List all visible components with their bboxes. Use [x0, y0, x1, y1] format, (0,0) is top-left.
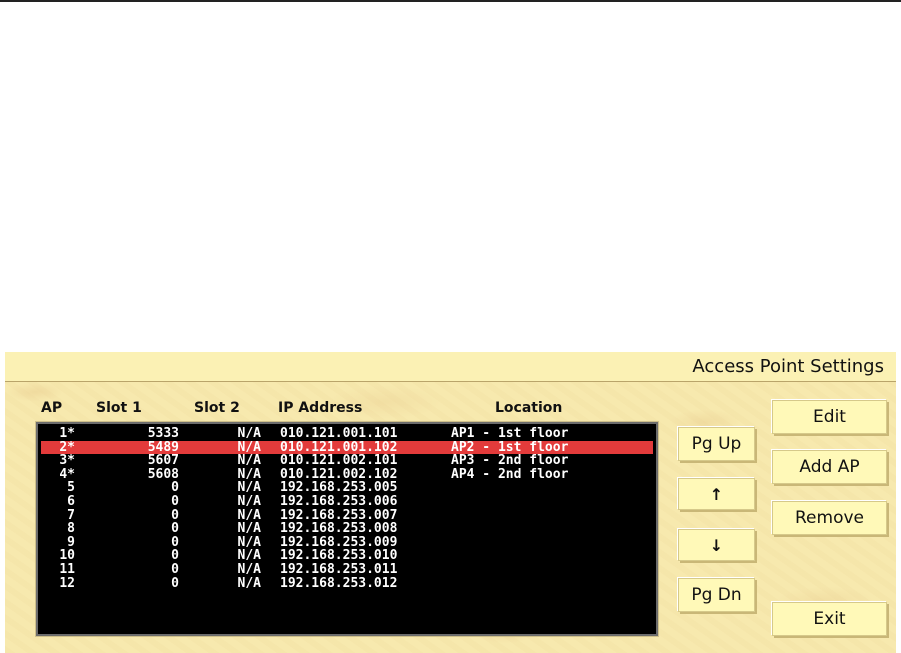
column-header-ip-address: IP Address: [278, 400, 363, 416]
ip-address-cell: 192.168.253.012: [280, 575, 398, 591]
slot2-cell: N/A: [237, 453, 261, 469]
ip-address-cell: 010.121.002.102: [280, 466, 398, 482]
location-cell: AP3 - 2nd floor: [451, 453, 569, 469]
slot2-cell: N/A: [237, 562, 261, 577]
location-cell: AP4 - 2nd floor: [451, 466, 569, 482]
slot1-cell: 0: [171, 494, 179, 509]
slot1-cell: 0: [171, 507, 179, 523]
ap-cell: 6: [67, 494, 75, 509]
ip-address-cell: 192.168.253.009: [280, 534, 398, 550]
list-row-selected[interactable]: 2* 5489 N/A 010.121.001.102 AP2 - 1st floor: [41, 439, 653, 455]
ap-cell: 12: [59, 575, 75, 591]
ip-address-cell: 192.168.253.005: [280, 480, 398, 496]
ap-cell: 1*: [59, 426, 75, 441]
ip-address-cell: 010.121.001.101: [280, 426, 398, 441]
ap-cell: 3*: [59, 453, 75, 469]
ip-address-cell: 192.168.253.011: [280, 562, 398, 577]
access-point-list[interactable]: 1* 5333 N/A 010.121.001.101 AP1 - 1st floor 2…: [35, 421, 659, 637]
exit-button[interactable]: Exit: [772, 602, 887, 636]
add-ap-button[interactable]: Add AP: [772, 450, 887, 484]
column-header-slot1: Slot 1: [96, 400, 142, 416]
slot2-cell: N/A: [237, 439, 261, 455]
slot2-cell: N/A: [237, 466, 261, 482]
ap-cell: 2*: [59, 439, 75, 455]
ip-address-cell: 010.121.002.101: [280, 453, 398, 469]
up-arrow-button[interactable]: ↑: [678, 478, 755, 510]
slot2-cell: N/A: [237, 480, 261, 496]
location-cell: AP2 - 1st floor: [451, 439, 569, 455]
window-title: Access Point Settings: [692, 356, 884, 377]
slot1-cell: 5333: [147, 426, 179, 441]
ap-cell: 10: [59, 548, 75, 564]
list-row[interactable]: 10 0 N/A 192.168.253.010: [41, 549, 653, 563]
slot2-cell: N/A: [237, 548, 261, 564]
ip-address-cell: 010.121.001.102: [280, 439, 398, 455]
slot1-cell: 0: [171, 480, 179, 496]
list-row[interactable]: 4* 5608 N/A 010.121.002.102 AP4 - 2nd floor: [41, 468, 653, 482]
slot1-cell: 5607: [147, 453, 179, 469]
column-header-slot2: Slot 2: [194, 400, 240, 416]
list-row[interactable]: 6 0 N/A 192.168.253.006: [41, 495, 653, 509]
list-row[interactable]: 12 0 N/A 192.168.253.012: [41, 575, 653, 591]
list-row[interactable]: 9 0 N/A 192.168.253.009: [41, 536, 653, 550]
slot1-cell: 5608: [147, 466, 179, 482]
slot1-cell: 0: [171, 534, 179, 550]
slot1-cell: 0: [171, 548, 179, 564]
list-row[interactable]: 7 0 N/A 192.168.253.007: [41, 507, 653, 523]
remove-button[interactable]: Remove: [772, 501, 887, 535]
ap-cell: 4*: [59, 466, 75, 482]
slot1-cell: 0: [171, 562, 179, 577]
ip-address-cell: 192.168.253.006: [280, 494, 398, 509]
slot2-cell: N/A: [237, 575, 261, 591]
ap-cell: 7: [67, 507, 75, 523]
ap-cell: 5: [67, 480, 75, 496]
slot2-cell: N/A: [237, 534, 261, 550]
slot2-cell: N/A: [237, 521, 261, 537]
ip-address-cell: 192.168.253.010: [280, 548, 398, 564]
ap-cell: 8: [67, 521, 75, 537]
ap-cell: 11: [59, 562, 75, 577]
slot1-cell: 5489: [147, 439, 179, 455]
column-header-ap: AP: [41, 400, 63, 416]
down-arrow-button[interactable]: ↓: [678, 529, 755, 561]
top-divider: [0, 0, 901, 2]
title-bar: Access Point Settings: [5, 352, 896, 382]
list-row[interactable]: 8 0 N/A 192.168.253.008: [41, 522, 653, 536]
slot2-cell: N/A: [237, 507, 261, 523]
ip-address-cell: 192.168.253.007: [280, 507, 398, 523]
ip-address-cell: 192.168.253.008: [280, 521, 398, 537]
list-row[interactable]: 1* 5333 N/A 010.121.001.101 AP1 - 1st floor: [41, 427, 653, 441]
edit-button[interactable]: Edit: [772, 400, 887, 434]
list-row[interactable]: 3* 5607 N/A 010.121.002.101 AP3 - 2nd floor: [41, 454, 653, 468]
page-up-button[interactable]: Pg Up: [678, 427, 755, 461]
slot1-cell: 0: [171, 575, 179, 591]
slot2-cell: N/A: [237, 426, 261, 441]
access-point-settings-panel: Access Point Settings AP Slot 1 Slot 2 I…: [5, 352, 896, 653]
slot2-cell: N/A: [237, 494, 261, 509]
column-header-location: Location: [495, 400, 563, 416]
list-row[interactable]: 11 0 N/A 192.168.253.011: [41, 563, 653, 577]
list-row[interactable]: 5 0 N/A 192.168.253.005: [41, 481, 653, 495]
page-down-button[interactable]: Pg Dn: [678, 578, 755, 612]
slot1-cell: 0: [171, 521, 179, 537]
location-cell: AP1 - 1st floor: [451, 426, 569, 441]
ap-cell: 9: [67, 534, 75, 550]
